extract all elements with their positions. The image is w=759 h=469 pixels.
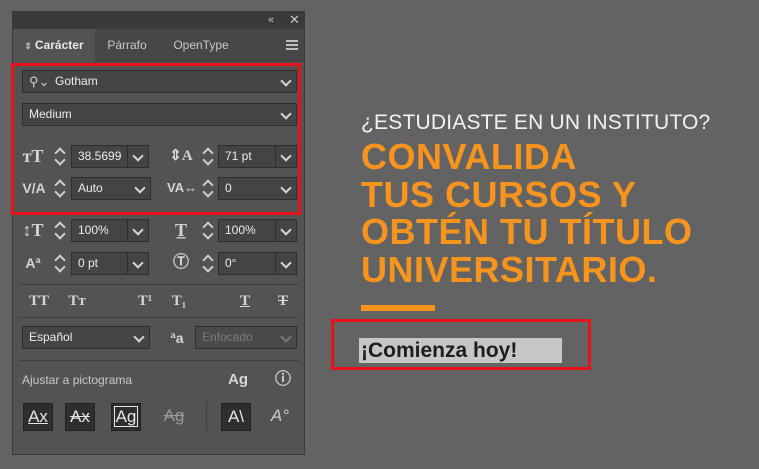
collapse-icon[interactable]: « [268,13,274,27]
panel-menu-icon[interactable] [286,40,298,50]
rotation-dropdown[interactable] [275,252,297,275]
baseline-shift-stepper[interactable] [53,252,67,275]
baseline-shift-field[interactable]: 0 pt [71,252,131,275]
glyph-options-icon[interactable]: Ag [225,369,251,391]
vertical-scale-stepper[interactable] [53,219,67,242]
drag-handle-icon: ⇕ [24,41,32,51]
subscript-icon[interactable]: T₁ [165,290,193,312]
headline-line-3: OBTÉN TU TÍTULO [361,211,693,252]
glyph-bounds-snap-button[interactable]: Ag [111,403,141,431]
divider [19,284,299,285]
chevron-down-icon [280,331,292,343]
snap-to-glyph-label: Ajustar a pictograma [22,373,133,387]
baseline-snap-button[interactable]: Ax [23,403,53,431]
horizontal-scale-stepper[interactable] [201,219,215,242]
highlight-box [11,63,301,215]
headline-line-2: TUS CURSOS Y [361,174,637,215]
divider [19,317,299,318]
antialias-value: Enfocado [202,330,253,344]
chevron-down-icon[interactable] [133,331,145,343]
language-value: Español [29,330,73,344]
vertical-scale-dropdown[interactable] [127,219,149,242]
hero-question: ¿ESTUDIASTE EN UN INSTITUTO? [361,111,711,134]
panel-titlebar: « ✕ [13,12,304,29]
cta-text[interactable]: ¡Comienza hoy! [359,338,562,363]
baseline-shift-icon: Aª [25,255,41,271]
horizontal-scale-icon: T̲ [174,220,187,240]
x-height-snap-button[interactable]: Ax [65,403,95,431]
character-panel: « ✕ ⇕ Carácter Párrafo OpenType ⚲⌄ Gotham… [11,11,305,455]
divider [206,401,207,431]
horizontal-scale-dropdown[interactable] [275,219,297,242]
headline-line-4: UNIVERSITARIO. [361,249,658,290]
language-select[interactable]: Español [22,326,150,349]
info-icon[interactable]: ⓘ [271,369,295,391]
baseline-shift-dropdown[interactable] [127,252,149,275]
vertical-scale-field[interactable]: 100% [71,219,131,242]
angular-guides-button[interactable]: A\ [221,403,251,431]
tab-caracter[interactable]: ⇕ Carácter [13,29,95,62]
vertical-scale-icon: ↕T [22,220,44,240]
close-icon[interactable]: ✕ [289,13,300,27]
accent-bar [361,305,435,311]
rotation-stepper[interactable] [201,252,215,275]
rotation-icon: Ⓣ [172,254,189,271]
headline-line-1: CONVALIDA [361,136,577,177]
superscript-icon[interactable]: T¹ [131,290,159,312]
rotation-field[interactable]: 0° [218,252,278,275]
anchor-point-button[interactable]: A° [265,403,295,431]
tab-parrafo[interactable]: Párrafo [95,29,159,62]
antialias-icon: ªa [170,330,184,346]
panel-tabs: ⇕ Carácter Párrafo OpenType [13,29,304,62]
tab-opentype[interactable]: OpenType [159,29,243,62]
antialias-select: Enfocado [195,326,297,349]
underline-icon[interactable]: T [231,290,259,312]
divider [19,360,299,361]
horizontal-scale-field[interactable]: 100% [218,219,278,242]
all-caps-icon[interactable]: TT [25,290,53,312]
strikethrough-icon[interactable]: T [269,290,297,312]
small-caps-icon[interactable]: Tт [63,290,91,312]
proximity-guides-button[interactable]: Ag [159,403,189,431]
